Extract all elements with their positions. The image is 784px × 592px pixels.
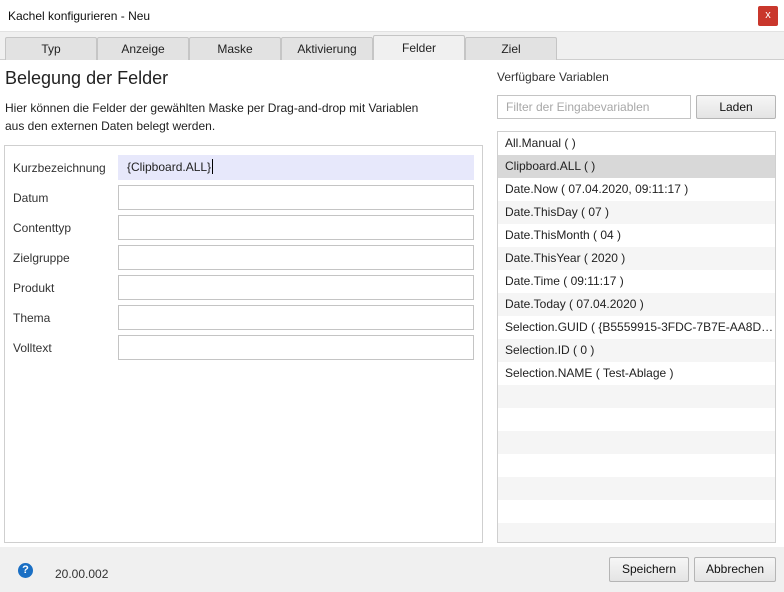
close-button[interactable]: x bbox=[758, 6, 778, 26]
variable-item[interactable]: Date.ThisYear ( 2020 ) bbox=[498, 247, 775, 270]
window-title: Kachel konfigurieren - Neu bbox=[8, 9, 151, 23]
version-label: 20.00.002 bbox=[55, 567, 109, 581]
field-row: Kurzbezeichnung {Clipboard.ALL} bbox=[5, 155, 482, 181]
variable-filter-input[interactable] bbox=[497, 95, 691, 119]
field-label: Kurzbezeichnung bbox=[13, 161, 106, 175]
page-title: Belegung der Felder bbox=[5, 68, 169, 88]
produkt-field[interactable] bbox=[118, 275, 474, 300]
variable-item[interactable]: Selection.NAME ( Test-Ablage ) bbox=[498, 362, 775, 385]
empty-list-row bbox=[498, 477, 775, 500]
tab-ziel[interactable]: Ziel bbox=[465, 37, 557, 60]
variable-item[interactable]: Date.Today ( 07.04.2020 ) bbox=[498, 293, 775, 316]
empty-list-row bbox=[498, 500, 775, 523]
empty-list-row bbox=[498, 431, 775, 454]
load-button[interactable]: Laden bbox=[696, 95, 776, 119]
tab-typ[interactable]: Typ bbox=[5, 37, 97, 60]
variable-item[interactable]: Date.Now ( 07.04.2020, 09:11:17 ) bbox=[498, 178, 775, 201]
tab-aktivierung[interactable]: Aktivierung bbox=[281, 37, 373, 60]
tab-felder[interactable]: Felder bbox=[373, 35, 465, 61]
cancel-button[interactable]: Abbrechen bbox=[694, 557, 776, 582]
variable-item[interactable]: Date.Time ( 09:11:17 ) bbox=[498, 270, 775, 293]
page-description: Hier können die Felder der gewählten Mas… bbox=[5, 101, 419, 133]
empty-list-row bbox=[498, 523, 775, 542]
save-button[interactable]: Speichern bbox=[609, 557, 689, 582]
thema-field[interactable] bbox=[118, 305, 474, 330]
empty-list-row bbox=[498, 385, 775, 408]
question-mark-icon[interactable]: ? bbox=[18, 563, 33, 578]
field-row: Contenttyp bbox=[5, 215, 482, 241]
field-label: Thema bbox=[13, 311, 51, 325]
field-label: Zielgruppe bbox=[13, 251, 70, 265]
variable-item[interactable]: Date.ThisDay ( 07 ) bbox=[498, 201, 775, 224]
title-bar: Kachel konfigurieren - Neu x bbox=[0, 0, 784, 32]
field-label: Contenttyp bbox=[13, 221, 72, 235]
variable-item[interactable]: All.Manual ( ) bbox=[498, 132, 775, 155]
field-label: Produkt bbox=[13, 281, 55, 295]
variable-item-selected[interactable]: Clipboard.ALL ( ) bbox=[498, 155, 775, 178]
field-row: Produkt bbox=[5, 275, 482, 301]
empty-list-row bbox=[498, 408, 775, 431]
variable-item[interactable]: Date.ThisMonth ( 04 ) bbox=[498, 224, 775, 247]
text-cursor bbox=[212, 159, 214, 174]
tab-bar: Typ Anzeige Maske Aktivierung Felder Zie… bbox=[0, 35, 784, 61]
field-row: Volltext bbox=[5, 335, 482, 361]
contenttyp-field[interactable] bbox=[118, 215, 474, 240]
variables-heading: Verfügbare Variablen bbox=[497, 70, 609, 84]
zielgruppe-field[interactable] bbox=[118, 245, 474, 270]
volltext-field[interactable] bbox=[118, 335, 474, 360]
field-label: Datum bbox=[13, 191, 49, 205]
variable-item[interactable]: Selection.ID ( 0 ) bbox=[498, 339, 775, 362]
field-value: {Clipboard.ALL} bbox=[127, 160, 212, 174]
variable-list[interactable]: All.Manual ( ) Clipboard.ALL ( ) Date.No… bbox=[497, 131, 776, 543]
field-mapping-panel: Kurzbezeichnung {Clipboard.ALL} Datum Co… bbox=[4, 145, 483, 543]
tab-content: Belegung der Felder Hier können die Feld… bbox=[0, 60, 784, 547]
field-row: Datum bbox=[5, 185, 482, 211]
field-label: Volltext bbox=[13, 341, 52, 355]
variable-item[interactable]: Selection.GUID ( {B5559915-3FDC-7B7E-AA8… bbox=[498, 316, 775, 339]
kurzbezeichnung-field[interactable]: {Clipboard.ALL} bbox=[118, 155, 474, 180]
empty-list-row bbox=[498, 454, 775, 477]
field-row: Zielgruppe bbox=[5, 245, 482, 271]
footer-bar: ? 20.00.002 Speichern Abbrechen bbox=[0, 547, 784, 592]
datum-field[interactable] bbox=[118, 185, 474, 210]
tab-maske[interactable]: Maske bbox=[189, 37, 281, 60]
field-row: Thema bbox=[5, 305, 482, 331]
tab-anzeige[interactable]: Anzeige bbox=[97, 37, 189, 60]
